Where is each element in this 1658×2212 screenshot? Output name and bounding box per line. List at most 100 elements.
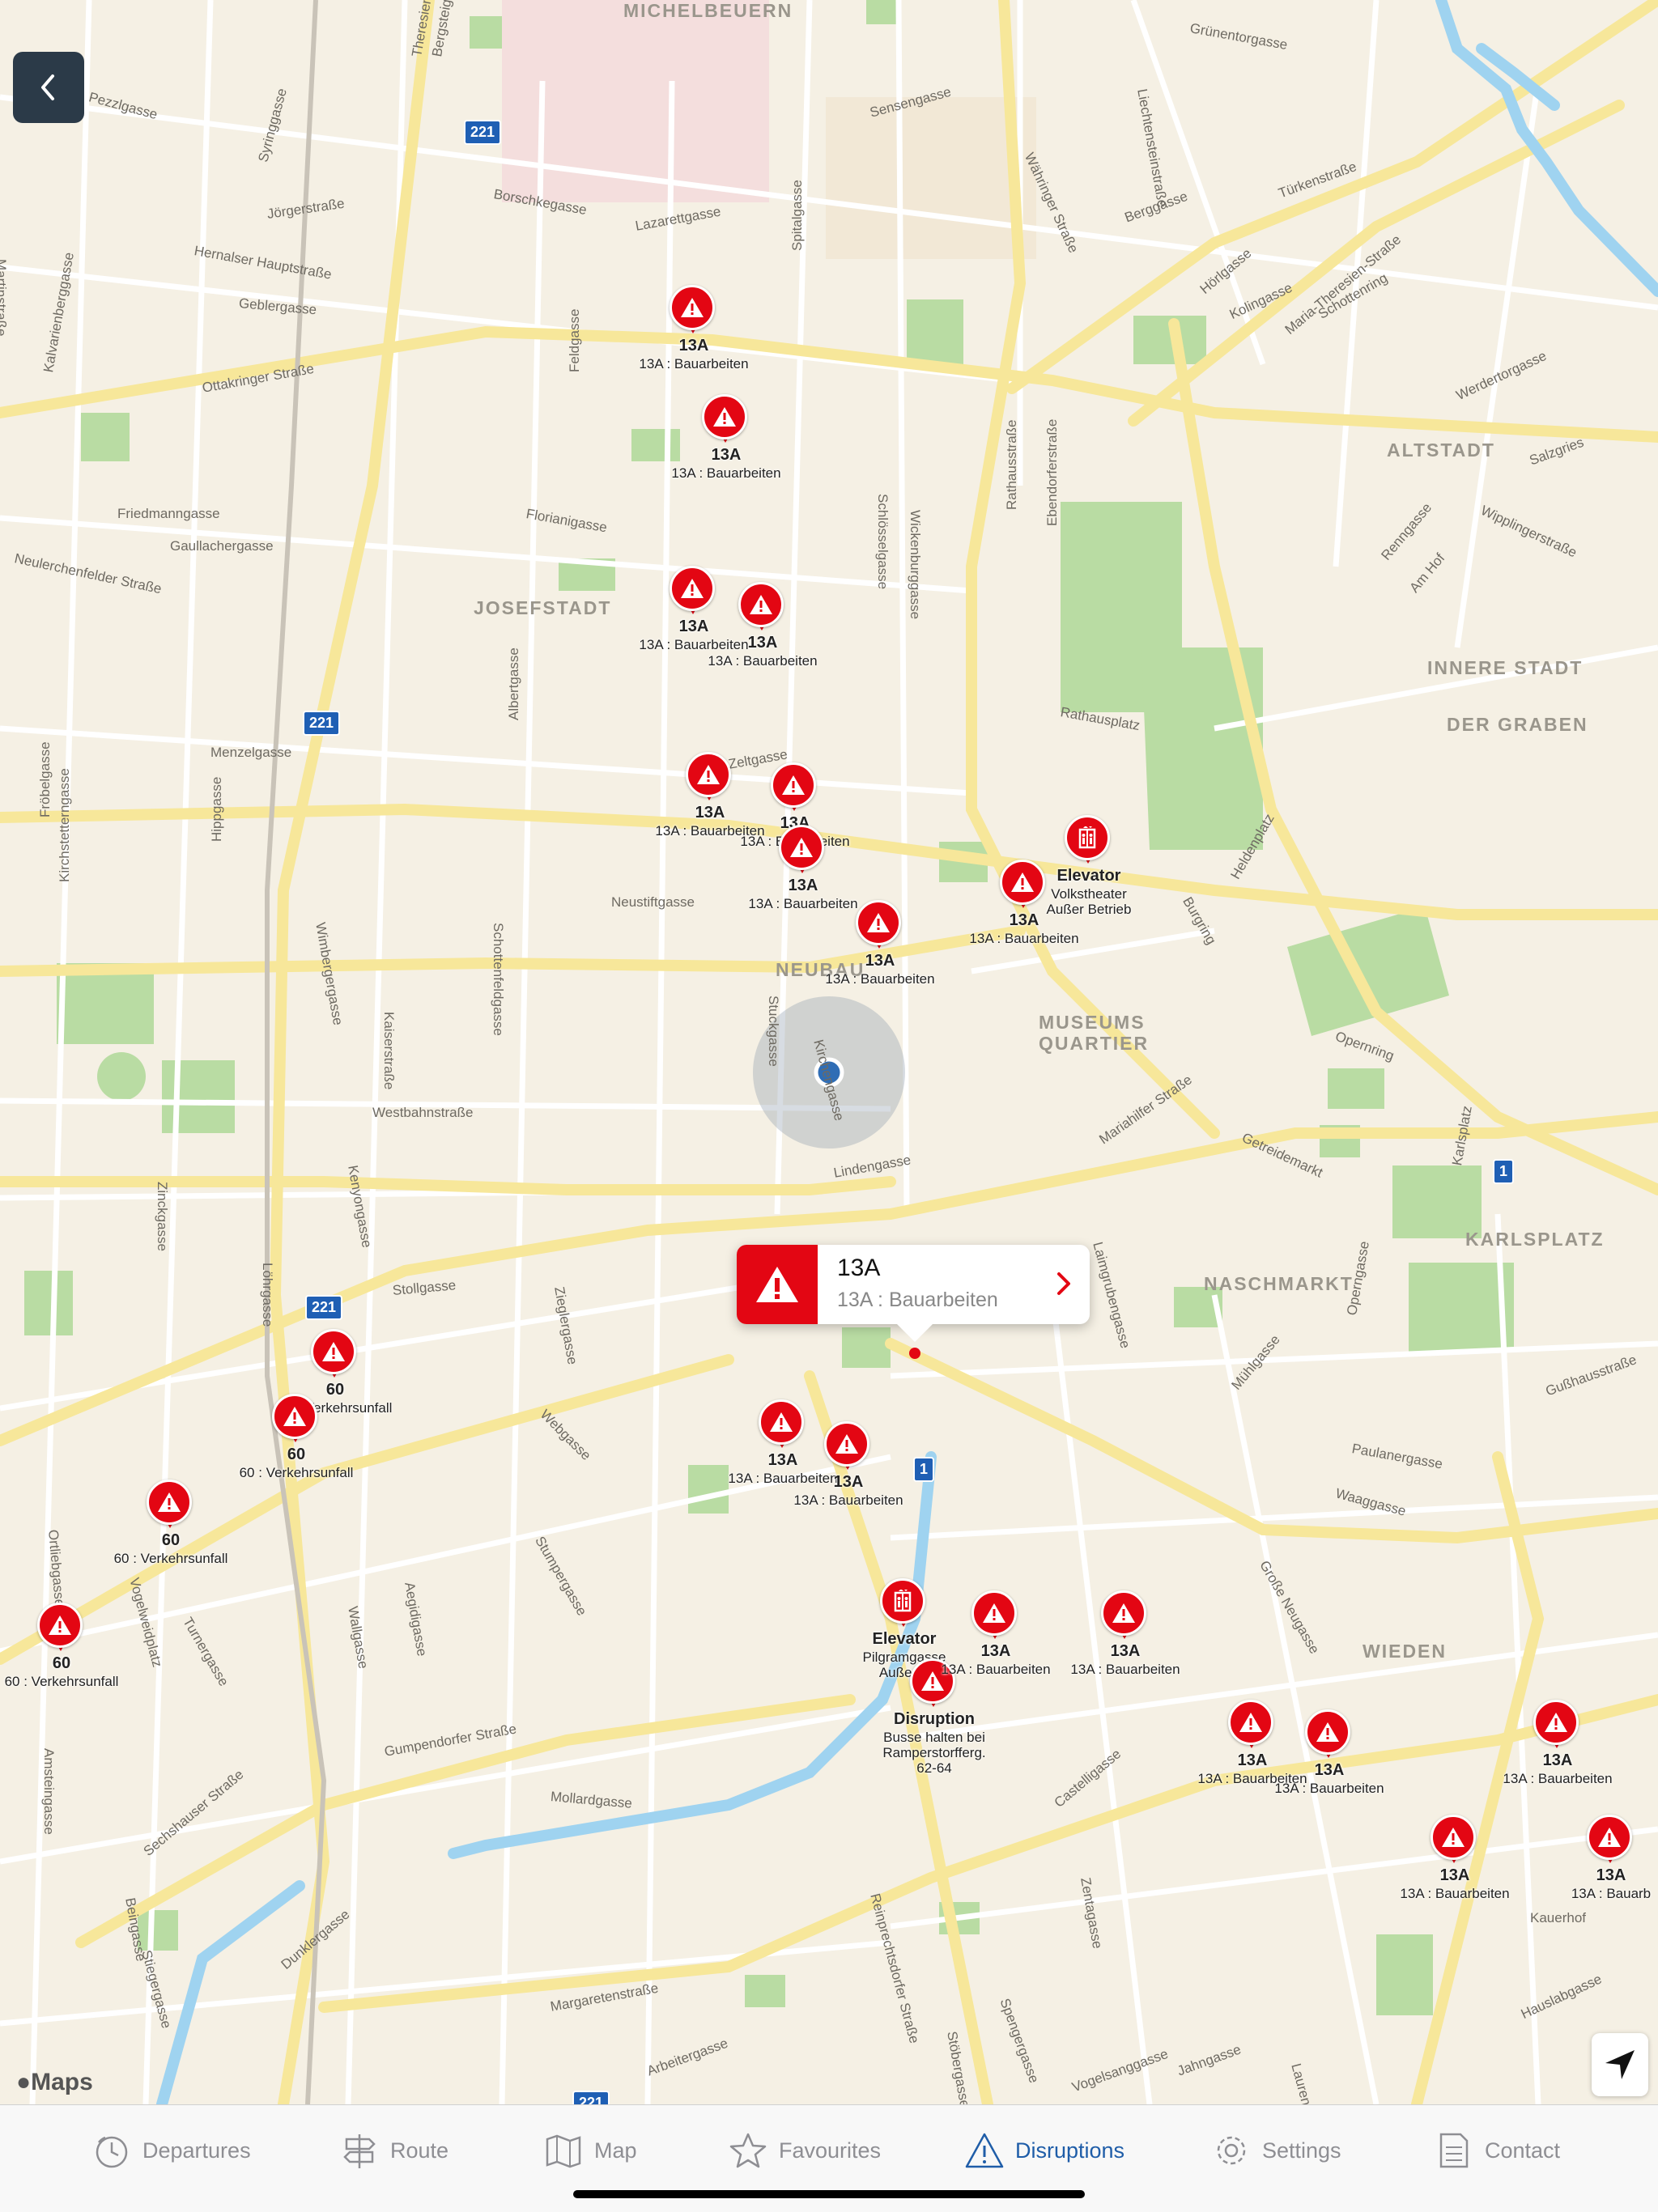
tab-label: Contact bbox=[1485, 2138, 1561, 2163]
marker-description: Volkstheater Außer Betrieb bbox=[1046, 886, 1132, 917]
street-label: Friedmanngasse bbox=[117, 506, 220, 521]
street-label: Schottenfeldgasse bbox=[491, 923, 506, 1036]
tab-route[interactable]: Route bbox=[340, 2128, 449, 2173]
district-label: QUARTIER bbox=[1039, 1033, 1150, 1054]
marker-head bbox=[824, 1421, 869, 1467]
warning-icon bbox=[782, 775, 805, 795]
marker-head bbox=[686, 752, 731, 797]
clock-icon bbox=[96, 2136, 128, 2168]
marker-description: 13A : Bauarb bbox=[1571, 1886, 1652, 1901]
marker-title: Elevator bbox=[1056, 867, 1121, 885]
home-indicator bbox=[573, 2190, 1085, 2198]
marker-description: 60 : Verkehrsunfall bbox=[113, 1551, 228, 1566]
callout-title: 13A bbox=[837, 1255, 881, 1281]
warning-icon bbox=[283, 1407, 306, 1426]
tab-label: Favourites bbox=[779, 2138, 882, 2163]
marker-head bbox=[1000, 860, 1045, 905]
marker-title: 13A bbox=[1110, 1642, 1141, 1660]
locate-me-button[interactable] bbox=[1592, 2033, 1648, 2096]
gear-icon bbox=[1217, 2136, 1246, 2165]
warning-icon bbox=[158, 1492, 181, 1512]
street-label: Wickenburggasse bbox=[908, 510, 923, 620]
route-shield: 1 bbox=[913, 1457, 935, 1482]
marker-description: 13A : Bauarbeiten bbox=[825, 971, 935, 987]
marker-head bbox=[272, 1394, 317, 1439]
marker-description: 13A : Bauarbeiten bbox=[969, 931, 1079, 946]
marker-title: 13A bbox=[695, 804, 725, 822]
tab-label: Settings bbox=[1262, 2138, 1341, 2163]
warning-icon bbox=[1316, 1722, 1339, 1742]
marker-head bbox=[37, 1603, 83, 1648]
district-label: WIEDEN bbox=[1363, 1641, 1447, 1662]
chevron-left-icon bbox=[41, 74, 54, 100]
marker-head bbox=[771, 762, 816, 808]
warning-icon bbox=[835, 1434, 858, 1454]
marker-title: 13A bbox=[711, 446, 742, 464]
tab-departures[interactable]: Departures bbox=[92, 2128, 251, 2173]
district-label: INNERE STADT bbox=[1427, 657, 1584, 678]
tab-contact[interactable]: Contact bbox=[1435, 2128, 1560, 2173]
warning-icon bbox=[49, 1615, 71, 1635]
marker-description: Busse halten bei Ramperstorfferg. 62-64 bbox=[882, 1730, 986, 1776]
street-label: Kauerhof bbox=[1530, 1910, 1586, 1925]
street-label: Hippgasse bbox=[209, 776, 224, 842]
district-label: DER GRABEN bbox=[1447, 714, 1588, 735]
marker-description: 13A : Bauarbeiten bbox=[1503, 1771, 1613, 1786]
marker-description: 60 : Verkehrsunfall bbox=[4, 1674, 119, 1689]
tab-settings[interactable]: Settings bbox=[1212, 2128, 1341, 2173]
warning-icon bbox=[322, 1342, 345, 1361]
street-label: Amsteingasse bbox=[41, 1748, 57, 1835]
marker-head bbox=[1228, 1700, 1273, 1745]
marker-description: 13A : Bauarbeiten bbox=[793, 1492, 903, 1508]
street-label: Fröbelgasse bbox=[37, 741, 53, 817]
marker-head bbox=[1587, 1815, 1632, 1860]
marker-head bbox=[670, 566, 715, 611]
tab-label: Map bbox=[594, 2138, 637, 2163]
document-icon bbox=[1439, 2133, 1469, 2168]
marker-title: 13A bbox=[1009, 911, 1039, 929]
marker-head bbox=[1533, 1700, 1579, 1745]
street-label: Kaiserstraße bbox=[381, 1012, 397, 1090]
map-icon bbox=[546, 2134, 581, 2168]
marker-head bbox=[779, 825, 824, 870]
street-label: Gaullachergasse bbox=[170, 538, 274, 554]
warning-icon bbox=[681, 298, 704, 317]
warning-icon bbox=[1112, 1603, 1135, 1623]
street-label: Westbahnstraße bbox=[372, 1105, 474, 1120]
chevron-right-icon[interactable] bbox=[1054, 1269, 1073, 1298]
callout-subtitle: 13A : Bauarbeiten bbox=[837, 1289, 998, 1311]
disruption-callout[interactable]: 13A 13A : Bauarbeiten bbox=[737, 1245, 1090, 1342]
warning-icon bbox=[697, 765, 720, 784]
marker-title: 60 bbox=[52, 1654, 71, 1672]
marker-description: 13A : Bauarbeiten bbox=[1070, 1662, 1180, 1677]
marker-title: 13A bbox=[767, 1451, 798, 1469]
marker-head bbox=[759, 1399, 804, 1445]
map-view[interactable]: Pezzlgasse Syringgasse Jörgerstraße Hernals… bbox=[0, 0, 1658, 2104]
tab-label: Departures bbox=[142, 2138, 251, 2163]
tab-favourites[interactable]: Favourites bbox=[729, 2128, 881, 2173]
callout-warning-badge bbox=[737, 1245, 818, 1324]
marker-title: 13A bbox=[1314, 1761, 1345, 1779]
marker-head bbox=[1101, 1590, 1146, 1636]
signpost-icon bbox=[343, 2134, 376, 2168]
location-arrow-icon bbox=[1605, 2050, 1635, 2079]
warning-icon bbox=[867, 913, 890, 932]
back-button[interactable] bbox=[13, 52, 84, 123]
tab-map[interactable]: Map bbox=[544, 2128, 637, 2173]
warning-icon bbox=[770, 1412, 793, 1432]
district-label: MUSEUMS bbox=[1039, 1012, 1146, 1033]
star-icon bbox=[729, 2133, 767, 2168]
marker-head bbox=[147, 1480, 192, 1525]
warning-icon bbox=[713, 407, 736, 427]
marker-title: 13A bbox=[678, 337, 709, 355]
district-label: KARLSPLATZ bbox=[1465, 1229, 1605, 1250]
street-label: Feldgasse bbox=[567, 308, 582, 372]
street-label: Kirchstetterngasse bbox=[57, 768, 72, 882]
marker-head bbox=[702, 394, 747, 439]
elevator-icon bbox=[894, 1590, 912, 1612]
district-label: MICHELBEUERN bbox=[623, 0, 793, 21]
marker-description: 13A : Bauarbeiten bbox=[708, 653, 818, 669]
warning-icon bbox=[983, 1603, 1005, 1623]
tab-disruptions[interactable]: Disruptions bbox=[965, 2128, 1124, 2173]
route-shield: 221 bbox=[572, 2091, 610, 2104]
